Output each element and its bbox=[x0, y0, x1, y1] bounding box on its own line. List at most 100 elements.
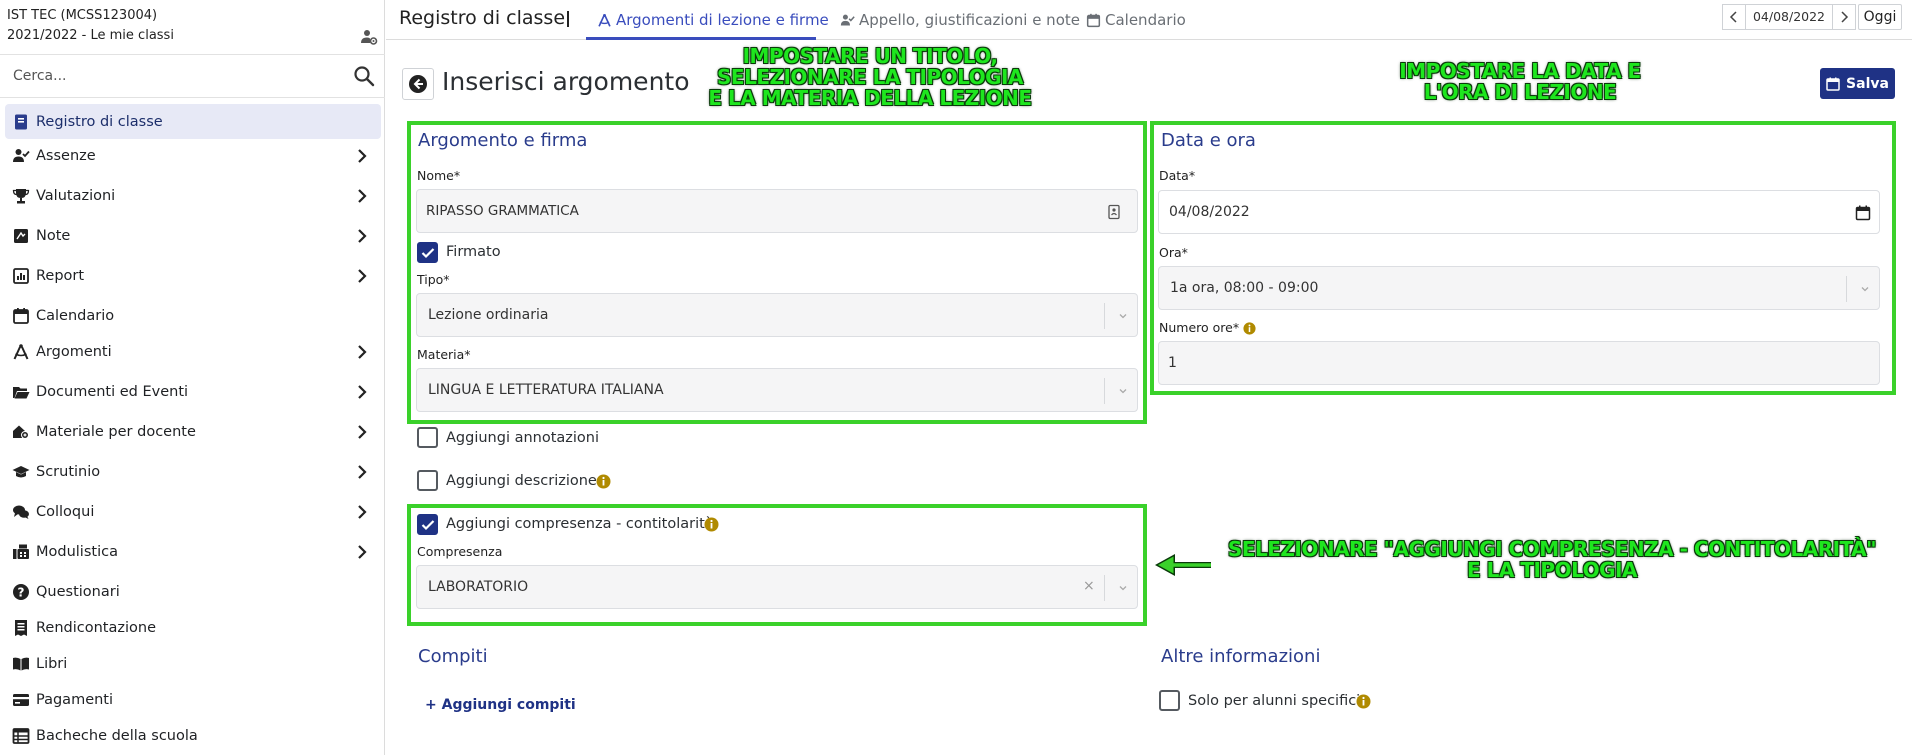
descrizione-label[interactable]: Aggiungi descrizione bbox=[446, 473, 597, 489]
app-title: Registro di classe bbox=[399, 7, 566, 29]
svg-text:?: ? bbox=[18, 585, 25, 599]
active-tab-indicator bbox=[586, 37, 816, 40]
chevron-right-icon bbox=[358, 504, 367, 519]
chevron-right-icon bbox=[358, 344, 367, 359]
chevron-right-icon bbox=[358, 544, 367, 559]
sidebar-item-modulistica[interactable]: Modulistica bbox=[5, 534, 381, 569]
sidebar-item-label: Assenze bbox=[36, 147, 96, 164]
tab-appello[interactable]: Appello, giustificazioni e note bbox=[840, 0, 1080, 40]
annotation-line: L'ORA DI LEZIONE bbox=[1423, 80, 1617, 104]
calendar-icon bbox=[13, 307, 29, 324]
chevron-right-icon bbox=[358, 188, 367, 203]
current-date[interactable]: 04/08/2022 bbox=[1746, 4, 1832, 30]
calendar-icon bbox=[1086, 13, 1101, 27]
chevron-right-icon bbox=[1841, 11, 1849, 23]
sidebar-item-label: Documenti ed Eventi bbox=[36, 383, 189, 400]
sidebar-item-valutazioni[interactable]: Valutazioni bbox=[5, 178, 381, 213]
sidebar-item-calendario[interactable]: Calendario bbox=[5, 298, 381, 333]
descrizione-checkbox[interactable] bbox=[417, 470, 438, 491]
sidebar-item-label: Colloqui bbox=[36, 503, 95, 520]
sidebar-search bbox=[0, 55, 385, 97]
annotation-box-data-ora bbox=[1150, 121, 1896, 395]
chevron-right-icon bbox=[358, 268, 367, 283]
sidebar-item-label: Calendario bbox=[36, 307, 115, 324]
sidebar-item-label: Argomenti bbox=[36, 343, 112, 360]
tab-label: Argomenti di lezione e firme bbox=[616, 11, 829, 29]
sidebar-item-note[interactable]: Note bbox=[5, 218, 381, 253]
trophy-icon bbox=[12, 188, 30, 203]
solo-alunni-label[interactable]: Solo per alunni specifici bbox=[1188, 693, 1360, 709]
sidebar-item-scrutinio[interactable]: Scrutinio bbox=[5, 454, 381, 489]
sidebar: IST TEC (MCSS123004) 2021/2022 - Le mie … bbox=[0, 0, 385, 755]
sidebar-item-questionari[interactable]: ? Questionari bbox=[5, 574, 381, 609]
sidebar-item-colloqui[interactable]: Colloqui bbox=[5, 494, 381, 529]
search-input[interactable] bbox=[13, 64, 333, 88]
search-icon[interactable] bbox=[352, 64, 376, 88]
sidebar-item-pagamenti[interactable]: Pagamenti bbox=[5, 682, 381, 717]
save-button[interactable]: Salva bbox=[1820, 68, 1895, 99]
annotation-line: SELEZIONARE LA TIPOLOGIA bbox=[717, 65, 1023, 89]
user-check-icon bbox=[840, 14, 855, 25]
sidebar-item-label: Scrutinio bbox=[36, 463, 101, 480]
date-navigator: 04/08/2022 bbox=[1722, 4, 1856, 30]
school-info[interactable]: IST TEC (MCSS123004) 2021/2022 - Le mie … bbox=[7, 6, 174, 46]
comments-icon bbox=[13, 505, 29, 519]
sidebar-item-materiale[interactable]: Materiale per docente bbox=[5, 414, 381, 449]
house-share-icon bbox=[13, 425, 29, 439]
sidebar-item-libri[interactable]: Libri bbox=[5, 646, 381, 681]
register-book-icon bbox=[15, 114, 27, 129]
sidebar-item-label: Rendicontazione bbox=[36, 619, 156, 636]
annotazioni-label[interactable]: Aggiungi annotazioni bbox=[446, 430, 599, 446]
annotation-box-compresenza bbox=[407, 504, 1147, 626]
sidebar-item-label: Materiale per docente bbox=[36, 423, 196, 440]
question-circle-icon: ? bbox=[13, 583, 29, 600]
today-button[interactable]: Oggi bbox=[1858, 4, 1902, 30]
annotation-line: SELEZIONARE "AGGIUNGI COMPRESENZA - CONT… bbox=[1227, 537, 1877, 561]
sidebar-item-rendicontazione[interactable]: Rendicontazione bbox=[5, 610, 381, 645]
page-title: Inserisci argomento bbox=[442, 67, 690, 96]
annotation-line: IMPOSTARE UN TITOLO, bbox=[742, 44, 998, 68]
sidebar-item-label: Valutazioni bbox=[36, 187, 116, 204]
annotation-text-data-ora: IMPOSTARE LA DATA E L'ORA DI LEZIONE bbox=[1360, 61, 1680, 103]
sidebar-item-documenti[interactable]: Documenti ed Eventi bbox=[5, 374, 381, 409]
sidebar-item-bacheche[interactable]: Bacheche della scuola bbox=[5, 718, 381, 753]
sidebar-item-registro[interactable]: Registro di classe bbox=[5, 104, 381, 139]
credit-card-icon bbox=[13, 693, 29, 706]
title-separator bbox=[567, 11, 569, 27]
sidebar-item-report[interactable]: Report bbox=[5, 258, 381, 293]
annotation-text-compresenza: SELEZIONARE "AGGIUNGI COMPRESENZA - CONT… bbox=[1212, 539, 1892, 581]
chevron-right-icon bbox=[358, 424, 367, 439]
add-compiti-link[interactable]: + Aggiungi compiti bbox=[425, 697, 576, 713]
tab-argomenti[interactable]: Argomenti di lezione e firme bbox=[597, 0, 829, 40]
calendar-save-icon bbox=[1826, 77, 1840, 91]
annotation-box-argomento bbox=[407, 121, 1147, 424]
section-title-altre-informazioni: Altre informazioni bbox=[1161, 646, 1321, 667]
tab-calendario[interactable]: Calendario bbox=[1086, 0, 1186, 40]
info-icon[interactable] bbox=[1356, 694, 1371, 709]
folder-open-icon bbox=[13, 386, 30, 398]
chevron-right-icon bbox=[358, 228, 367, 243]
chevron-right-icon bbox=[358, 384, 367, 399]
compass-icon bbox=[598, 13, 611, 27]
info-icon[interactable] bbox=[596, 474, 611, 489]
solo-alunni-checkbox[interactable] bbox=[1159, 690, 1180, 711]
annotation-arrow-icon bbox=[1155, 554, 1211, 576]
section-title-compiti: Compiti bbox=[418, 646, 488, 667]
sidebar-item-argomenti[interactable]: Argomenti bbox=[5, 334, 381, 369]
sidebar-item-assenze[interactable]: Assenze bbox=[5, 138, 381, 173]
arrow-left-circle-icon bbox=[409, 75, 427, 93]
graduation-cap-icon bbox=[12, 465, 30, 477]
annotazioni-checkbox[interactable] bbox=[417, 427, 438, 448]
save-label: Salva bbox=[1846, 75, 1889, 92]
chevron-left-icon bbox=[1729, 11, 1737, 23]
back-button[interactable] bbox=[402, 68, 434, 100]
user-settings-icon[interactable] bbox=[360, 28, 378, 46]
sidebar-item-label: Pagamenti bbox=[36, 691, 114, 708]
book-open-icon bbox=[13, 657, 29, 670]
chevron-right-icon bbox=[358, 148, 367, 163]
table-board-icon bbox=[12, 727, 30, 744]
chevron-right-icon bbox=[358, 464, 367, 479]
previous-day-button[interactable] bbox=[1722, 4, 1746, 30]
next-day-button[interactable] bbox=[1832, 4, 1856, 30]
sidebar-item-label: Modulistica bbox=[36, 543, 118, 560]
